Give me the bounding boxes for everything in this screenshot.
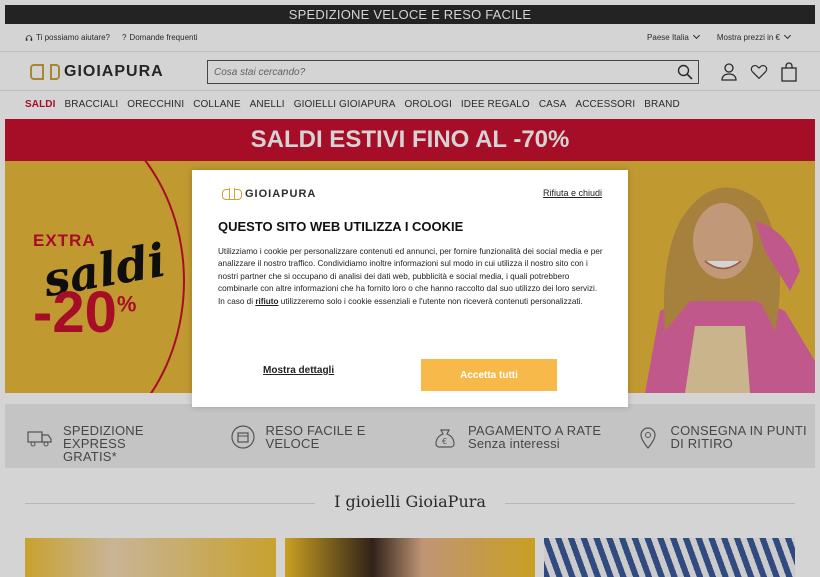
cookie-dialog-refusal-text: In caso di rifiuto utilizzeremo solo i c… xyxy=(218,296,608,308)
refusal-link[interactable]: rifiuto xyxy=(255,297,278,306)
cookie-dialog-body: Utilizziamo i cookie per personalizzare … xyxy=(218,246,608,308)
cookie-dialog-title: QUESTO SITO WEB UTILIZZA I COOKIE xyxy=(218,219,464,234)
show-details-button[interactable]: Mostra dettagli xyxy=(263,365,334,376)
cookie-dialog-logo-text: GIOIAPURA xyxy=(245,188,317,200)
reject-and-close-link[interactable]: Rifiuta e chiudi xyxy=(543,188,602,198)
cookie-dialog-logo: GIOIAPURA xyxy=(222,187,317,200)
refusal-text-pre: In caso di xyxy=(218,296,256,306)
cookie-consent-dialog: GIOIAPURA Rifiuta e chiudi QUESTO SITO W… xyxy=(192,170,628,407)
logo-mark-icon xyxy=(222,187,242,200)
cookie-dialog-text: Utilizziamo i cookie per personalizzare … xyxy=(218,247,603,294)
refusal-text-post: utilizzeremo solo i cookie essenziali e … xyxy=(278,296,583,306)
accept-all-button[interactable]: Accetta tutti xyxy=(421,359,557,391)
